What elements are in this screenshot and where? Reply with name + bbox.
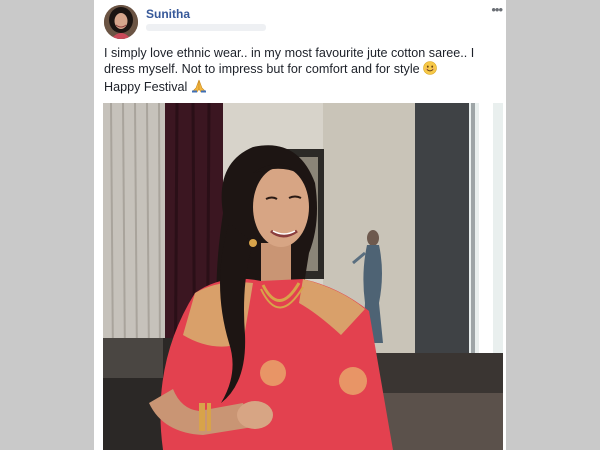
- author-name[interactable]: Sunitha: [146, 7, 190, 21]
- post-text: I simply love ethnic wear.. in my most f…: [104, 45, 500, 97]
- smiling-face-emoji-icon: [423, 61, 437, 79]
- timestamp-placeholder: [146, 24, 266, 31]
- post-card: Sunitha ••• I simply love ethnic wear.. …: [94, 0, 506, 450]
- folded-hands-emoji-icon: [191, 79, 207, 97]
- post-text-main: I simply love ethnic wear.. in my most f…: [104, 46, 475, 76]
- post-photo-image: [103, 103, 503, 450]
- post-text-greeting: Happy Festival: [104, 80, 188, 94]
- avatar-image: [104, 5, 138, 39]
- post-text-line: I simply love ethnic wear.. in my most f…: [104, 45, 500, 79]
- author-avatar[interactable]: [104, 5, 138, 39]
- more-options-icon[interactable]: •••: [491, 2, 503, 17]
- post-text-line: Happy Festival: [104, 79, 500, 97]
- post-photo[interactable]: [103, 103, 503, 450]
